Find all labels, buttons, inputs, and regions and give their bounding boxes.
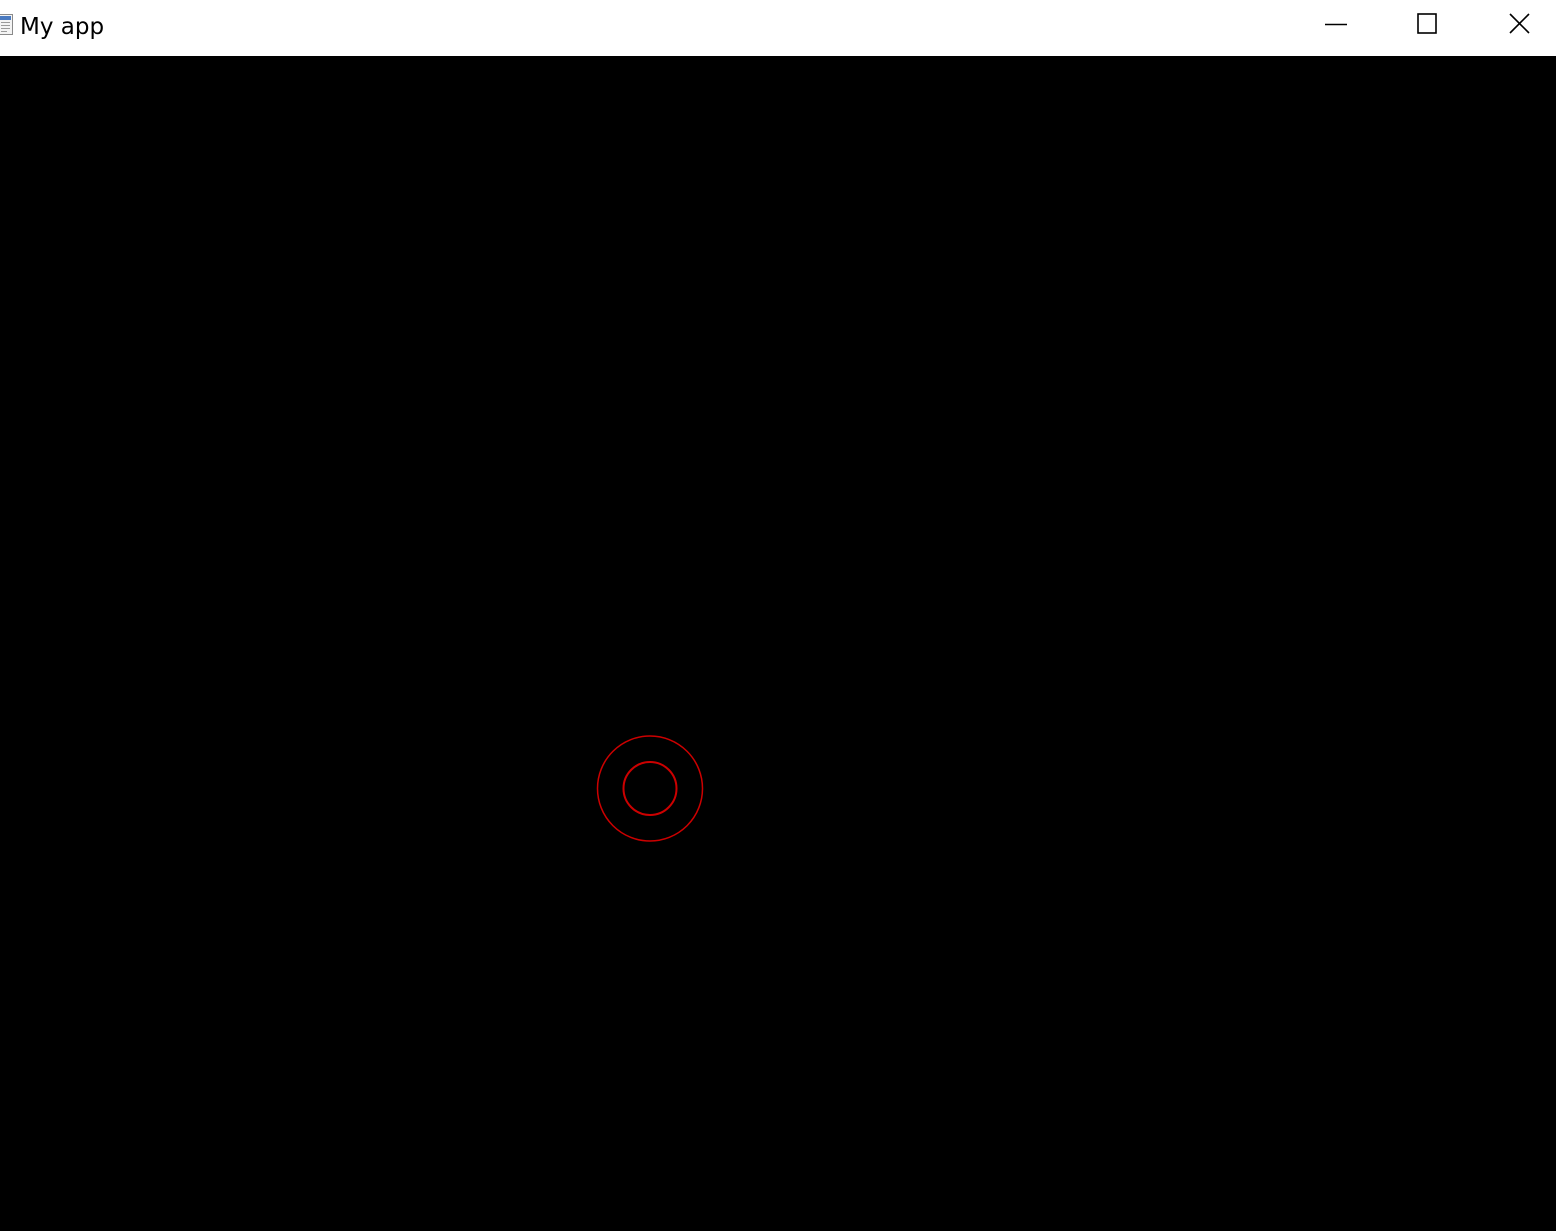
close-icon: [1509, 13, 1530, 34]
outer-ring: [596, 735, 704, 842]
drawing-canvas[interactable]: [0, 56, 1556, 1231]
close-button[interactable]: [1474, 0, 1556, 48]
maximize-icon: [1417, 13, 1437, 34]
canvas-graphics: [596, 735, 704, 842]
minimize-icon: [1325, 23, 1347, 26]
title-bar[interactable]: My app: [0, 0, 1556, 56]
app-window: My app: [0, 0, 1556, 1231]
maximize-button[interactable]: [1381, 0, 1473, 48]
window-title: My app: [20, 14, 105, 40]
inner-ring: [622, 761, 678, 816]
app-window-icon: [0, 14, 13, 35]
minimize-button[interactable]: [1290, 0, 1382, 48]
